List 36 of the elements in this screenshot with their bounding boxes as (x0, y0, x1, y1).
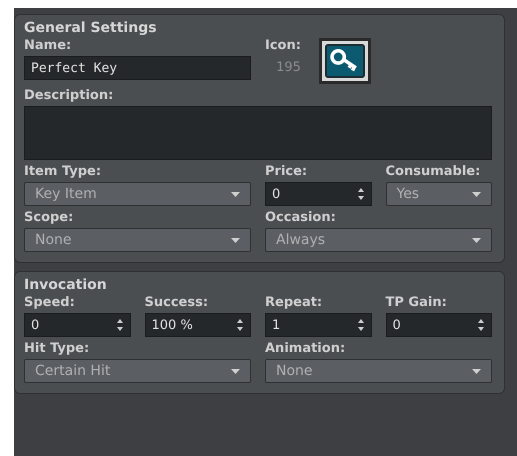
dropdown-arrow-icon (231, 238, 240, 242)
spinner-arrows-icon[interactable] (236, 318, 244, 332)
field-label: Hit Type: (24, 341, 90, 356)
field-label: Occasion: (265, 210, 337, 225)
icon-index: 195 (275, 60, 301, 75)
field-label: Description: (24, 88, 114, 103)
number-field[interactable]: 0 (265, 182, 372, 206)
section-title: General Settings (24, 20, 158, 36)
field-label: Repeat: (265, 295, 324, 310)
name-field[interactable]: Perfect Key (24, 56, 251, 80)
section-title: Invocation (24, 277, 108, 293)
field-label: Consumable: (386, 164, 482, 179)
spinner-arrows-icon[interactable] (477, 318, 485, 332)
field-label: Speed: (24, 295, 76, 310)
field-label: TP Gain: (386, 295, 448, 310)
field-label: Price: (265, 164, 308, 179)
spinner-arrows-icon[interactable] (116, 318, 124, 332)
field-label: Scope: (24, 210, 74, 225)
dropdown-arrow-icon (472, 238, 481, 242)
field-label: Animation: (265, 341, 346, 356)
number-field[interactable]: 1 (265, 313, 372, 337)
number-field[interactable]: 0 (386, 313, 492, 337)
field-label: Success: (144, 295, 210, 310)
field-label: Item Type: (24, 164, 102, 179)
dropdown-arrow-icon (231, 192, 240, 196)
dropdown-arrow-icon (472, 368, 481, 374)
dropdown-arrow-icon (231, 368, 240, 374)
number-field[interactable]: 0 (24, 313, 130, 337)
field-label: Icon: (265, 38, 301, 53)
spinner-arrows-icon[interactable] (356, 318, 364, 332)
description-field[interactable] (24, 106, 492, 160)
key-icon[interactable] (318, 38, 371, 84)
number-field[interactable]: 100 % (144, 313, 251, 337)
dropdown-arrow-icon (472, 192, 481, 196)
spinner-arrows-icon[interactable] (356, 187, 364, 201)
field-label: Name: (24, 38, 72, 53)
